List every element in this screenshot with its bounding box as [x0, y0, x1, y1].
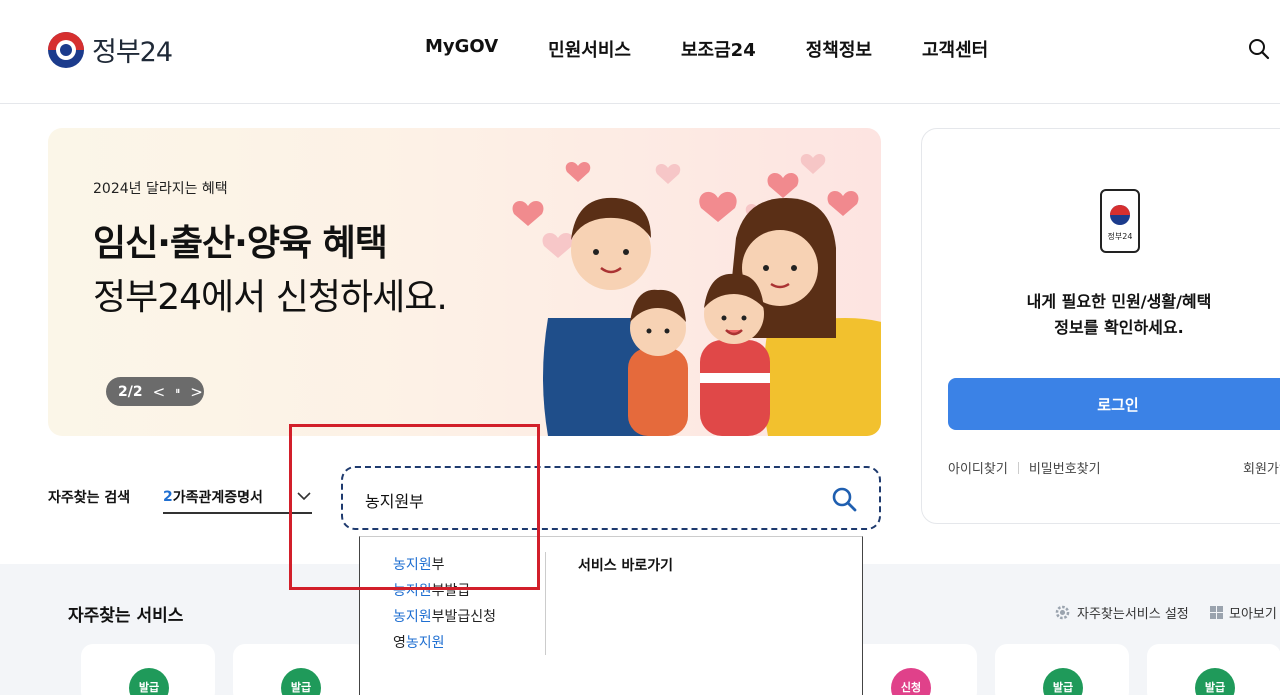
frequent-search-value: 가족관계증명서	[172, 490, 263, 506]
nav-item-civil-service[interactable]: 민원서비스	[548, 36, 631, 62]
signup-link[interactable]: 회원가입	[1243, 458, 1280, 477]
service-card[interactable]: 신청	[843, 644, 977, 695]
login-message: 내게 필요한 민원/생활/혜택 정보를 확인하세요.	[942, 289, 1280, 341]
taegeuk-emblem-icon	[48, 31, 84, 68]
banner-prev-button[interactable]: <	[153, 383, 166, 401]
promo-banner[interactable]: 2024년 달라지는 혜택 임신·출산·양육 혜택 정부24에서 신청하세요. …	[48, 128, 881, 436]
grid-icon	[1210, 606, 1223, 619]
login-message-line2: 정보를 확인하세요.	[1054, 318, 1184, 337]
status-badge: 발급	[281, 668, 321, 695]
autocomplete-item[interactable]: 농지원부발급신청	[393, 607, 496, 633]
link-divider	[1017, 461, 1019, 474]
view-all-label: 모아보기	[1229, 607, 1277, 622]
service-card[interactable]: 발급	[1147, 644, 1280, 695]
main-nav: MyGOV 민원서비스 보조금24 정책정보 고객센터	[425, 36, 1038, 62]
login-button[interactable]: 로그인	[948, 378, 1280, 430]
settings-label: 자주찾는서비스 설정	[1077, 607, 1189, 622]
status-badge: 발급	[1195, 668, 1235, 695]
service-card[interactable]: 발급	[995, 644, 1129, 695]
login-card: 정부24 내게 필요한 민원/생활/혜택 정보를 확인하세요. 로그인 아이디찾…	[921, 128, 1280, 524]
banner-next-button[interactable]: >	[190, 383, 203, 401]
status-badge: 발급	[129, 668, 169, 695]
view-all-button[interactable]: 모아보기	[1210, 603, 1277, 622]
banner-page-indicator: 2/2	[118, 383, 143, 400]
search-icon[interactable]	[1247, 37, 1271, 61]
frequent-search-rank: 2	[163, 489, 173, 505]
banner-carousel-controls: 2/2 < ⏸ >	[106, 377, 204, 406]
login-message-line1: 내게 필요한 민원/생활/혜택	[1026, 292, 1212, 311]
nav-item-policy-info[interactable]: 정책정보	[806, 36, 872, 62]
phone-icon-label: 정부24	[1107, 232, 1133, 241]
gear-icon	[1055, 605, 1070, 620]
logo-text: 정부24	[92, 37, 173, 68]
frequent-services-title: 자주찾는 서비스	[68, 606, 184, 626]
login-links: 아이디찾기 비밀번호찾기	[948, 458, 1101, 477]
status-badge: 발급	[1043, 668, 1083, 695]
mobile-phone-icon: 정부24	[1100, 189, 1140, 253]
banner-pause-button[interactable]: ⏸	[175, 386, 180, 397]
banner-title: 임신·출산·양육 혜택	[93, 223, 388, 264]
status-badge: 신청	[891, 668, 931, 695]
find-password-link[interactable]: 비밀번호찾기	[1029, 458, 1101, 477]
highlight-annotation-box	[289, 424, 540, 590]
nav-item-subsidy24[interactable]: 보조금24	[681, 36, 756, 62]
autocomplete-divider	[545, 552, 546, 655]
family-illustration	[512, 153, 881, 436]
autocomplete-item[interactable]: 영농지원	[393, 633, 496, 659]
service-card[interactable]: 발급	[81, 644, 215, 695]
nav-item-mygov[interactable]: MyGOV	[425, 36, 498, 62]
gov24-logo[interactable]: 정부24	[48, 30, 173, 69]
banner-title-line2: 정부24에서 신청하세요.	[93, 277, 448, 318]
service-card[interactable]: 발급	[233, 644, 367, 695]
find-id-link[interactable]: 아이디찾기	[948, 458, 1008, 477]
nav-item-customer-center[interactable]: 고객센터	[922, 36, 988, 62]
service-shortcut-title: 서비스 바로가기	[578, 558, 674, 574]
frequent-services-settings[interactable]: 자주찾는서비스 설정	[1054, 603, 1189, 622]
search-icon[interactable]	[831, 486, 857, 512]
site-header: 정부24 MyGOV 민원서비스 보조금24 정책정보 고객센터	[0, 0, 1280, 104]
frequent-search-label: 자주찾는 검색	[48, 490, 131, 506]
banner-subtitle: 2024년 달라지는 혜택	[93, 181, 228, 197]
